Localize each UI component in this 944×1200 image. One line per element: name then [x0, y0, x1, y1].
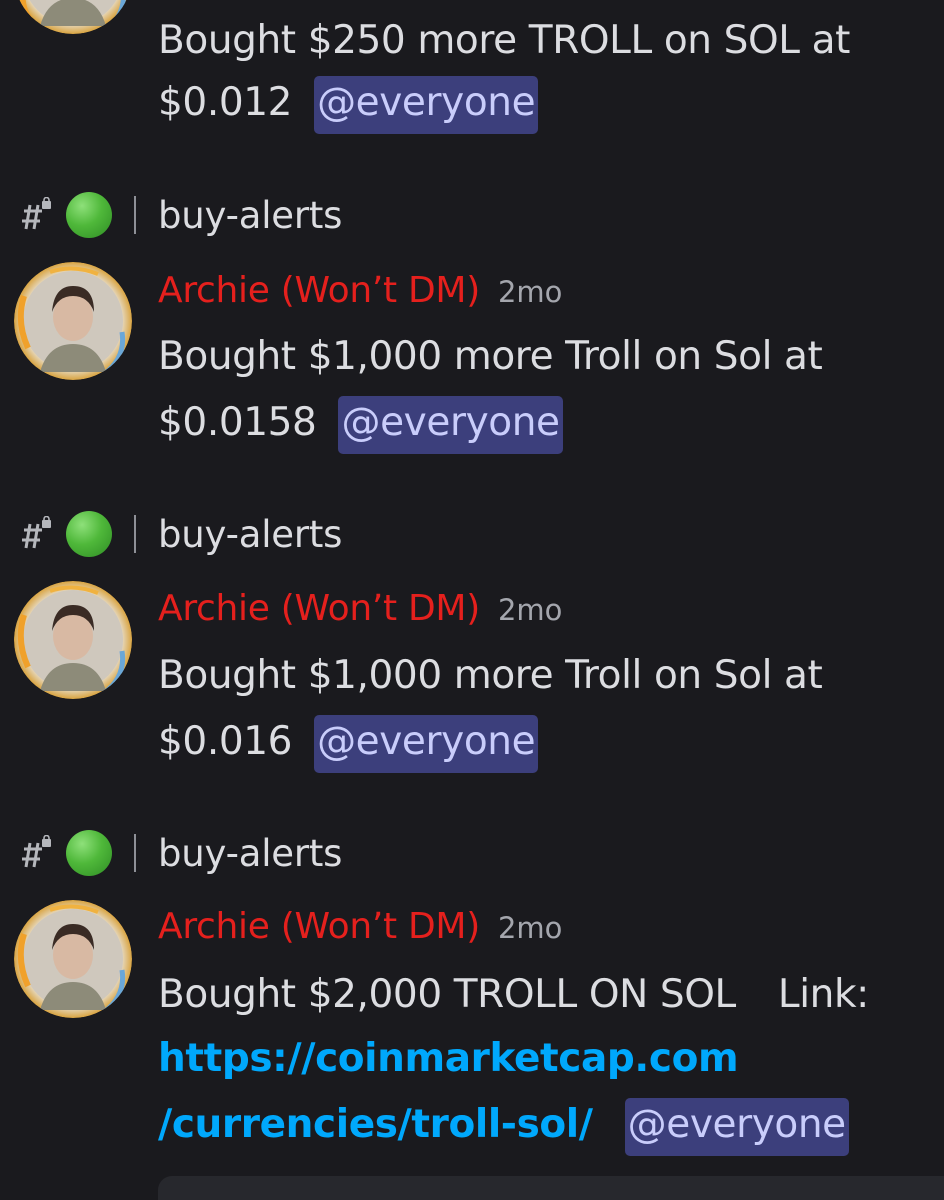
timestamp: 2mo — [497, 275, 563, 309]
coinmarketcap-link[interactable]: https://coinmarketcap.com — [158, 1036, 739, 1081]
message-text: Bought $2,000 TROLL ON SOL — [158, 972, 736, 1017]
hash-lock-icon — [18, 835, 54, 871]
author-name[interactable]: Archie (Won’t DM) — [158, 270, 480, 311]
channel-name: buy-alerts — [158, 193, 343, 237]
message-text: $0.0158 — [158, 400, 317, 445]
message-text-line: $0.016 @everyone — [158, 715, 539, 773]
message-text-line: $0.0158 @everyone — [158, 396, 563, 454]
author-row: Archie (Won’t DM) 2mo — [158, 588, 562, 638]
link-label: Link: — [777, 972, 869, 1017]
message-text-line: https://coinmarketcap.com — [158, 1034, 739, 1084]
author-row: Archie (Won’t DM) 2mo — [158, 906, 562, 956]
timestamp: 2mo — [497, 911, 563, 945]
channel-header[interactable]: buy-alerts — [18, 509, 342, 559]
channel-header[interactable]: buy-alerts — [18, 828, 342, 878]
everyone-mention[interactable]: @everyone — [314, 76, 539, 134]
message-text-line: /currencies/troll-sol/ @everyone — [158, 1098, 849, 1156]
everyone-mention[interactable]: @everyone — [314, 715, 539, 773]
message-text: Bought $1,000 more Troll on Sol at — [158, 653, 823, 698]
avatar[interactable] — [14, 0, 132, 34]
author-row: Archie (Won’t DM) 2mo — [158, 270, 562, 320]
channel-name: buy-alerts — [158, 512, 343, 556]
everyone-mention[interactable]: @everyone — [338, 396, 563, 454]
timestamp: 2mo — [497, 593, 563, 627]
hash-lock-icon — [18, 197, 54, 233]
channel-header[interactable]: buy-alerts — [18, 190, 342, 240]
avatar[interactable] — [14, 262, 132, 380]
avatar[interactable] — [14, 900, 132, 1018]
message-text: Bought $250 more TROLL on SOL at — [158, 18, 850, 63]
green-circle-icon — [66, 830, 112, 876]
everyone-mention[interactable]: @everyone — [624, 1098, 849, 1156]
message-text-line: Bought $250 more TROLL on SOL at — [158, 16, 850, 66]
coinmarketcap-link[interactable]: /currencies/troll-sol/ — [158, 1102, 593, 1147]
author-name[interactable]: Archie (Won’t DM) — [158, 906, 480, 947]
message-feed: Bought $250 more TROLL on SOL at $0.012 … — [0, 0, 944, 1200]
green-circle-icon — [66, 192, 112, 238]
divider — [134, 196, 136, 234]
hash-lock-icon — [18, 516, 54, 552]
message-text-line: Bought $1,000 more Troll on Sol at — [158, 332, 823, 382]
message-text-line: $0.012 @everyone — [158, 76, 539, 134]
message-text: Bought $1,000 more Troll on Sol at — [158, 334, 823, 379]
message-text-line: Bought $1,000 more Troll on Sol at — [158, 651, 823, 701]
green-circle-icon — [66, 511, 112, 557]
divider — [134, 515, 136, 553]
message-text: $0.016 — [158, 719, 293, 764]
avatar[interactable] — [14, 581, 132, 699]
message-text: $0.012 — [158, 80, 293, 125]
divider — [134, 834, 136, 872]
author-name[interactable]: Archie (Won’t DM) — [158, 588, 480, 629]
channel-name: buy-alerts — [158, 831, 343, 875]
link-embed-preview[interactable] — [158, 1176, 944, 1200]
message-text-line: Bought $2,000 TROLL ON SOL Link: — [158, 970, 869, 1020]
